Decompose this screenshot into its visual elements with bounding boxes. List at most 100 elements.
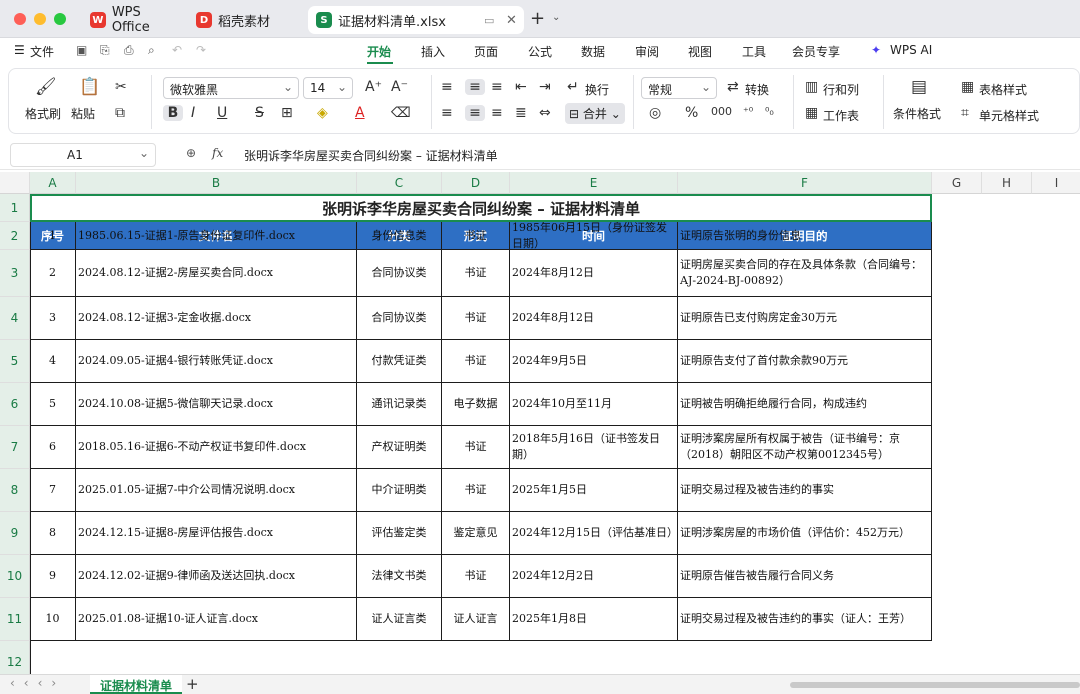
table-cell[interactable]: 证明涉案房屋的市场价值（评估价：452万元） [678,512,932,555]
window-mode-icon[interactable]: ▭ [484,14,494,27]
table-cell[interactable]: 证人证言 [442,598,510,641]
indent-decrease-icon[interactable]: ⇤ [515,79,527,95]
table-cell[interactable]: 2024.09.05-证据4-银行转账凭证.docx [76,340,357,383]
close-window-button[interactable] [14,13,26,25]
column-header-b[interactable]: B [76,172,357,194]
align-right-icon[interactable]: ≡ [491,105,503,121]
add-sheet-button[interactable]: + [186,675,199,693]
table-cell[interactable]: 证明交易过程及被告违约的事实（证人：王芳） [678,598,932,641]
column-header-i[interactable]: I [1032,172,1080,194]
merge-button[interactable]: ⊟ 合并 ⌄ [565,103,625,124]
row-header-8[interactable]: 8 [0,469,30,512]
menu-view[interactable]: 视图 [688,43,712,60]
table-cell[interactable]: 证明涉案房屋所有权属于被告（证书编号：京（2018）朝阳区不动产权第001234… [678,426,932,469]
align-center-icon[interactable]: ≡ [465,105,485,121]
table-cell[interactable]: 证人证言类 [357,598,442,641]
row-header-10[interactable]: 10 [0,555,30,598]
table-cell[interactable]: 1985.06.15-证据1-原告身份证复印件.docx [76,222,357,250]
sheet-nav-icons[interactable]: ‹‹‹› [10,676,65,690]
decrease-font-icon[interactable]: A⁻ [391,79,408,95]
table-cell[interactable]: 书证 [442,469,510,512]
function-icon[interactable]: fx [212,146,223,160]
row-header-6[interactable]: 6 [0,383,30,426]
cell-style-button[interactable]: 单元格样式 [979,107,1039,124]
borders-icon[interactable]: ⊞ [281,105,293,121]
table-cell[interactable]: 4 [30,340,76,383]
table-cell[interactable]: 2024年9月5日 [510,340,678,383]
name-box[interactable]: A1 ⌄ [10,143,156,167]
menu-page[interactable]: 页面 [474,43,498,60]
print-icon[interactable]: ⎙ [124,43,134,58]
table-cell[interactable]: 2024.08.12-证据2-房屋买卖合同.docx [76,250,357,297]
strikethrough-button[interactable]: S [255,105,264,121]
table-cell[interactable]: 2 [30,250,76,297]
table-cell[interactable]: 5 [30,383,76,426]
row-header-2[interactable]: 2 [0,222,30,250]
table-cell[interactable]: 付款凭证类 [357,340,442,383]
table-cell[interactable]: 证明被告明确拒绝履行合同，构成违约 [678,383,932,426]
new-tab-button[interactable]: + [530,8,545,29]
table-cell[interactable]: 书证 [442,340,510,383]
increase-decimal-icon[interactable]: ⁺⁰ [743,105,753,118]
redo-icon[interactable]: ↷ [196,43,206,57]
column-header-f[interactable]: F [678,172,932,194]
copy-icon[interactable]: ⧉ [115,105,125,121]
menu-tools[interactable]: 工具 [742,43,766,60]
table-cell[interactable]: 评估鉴定类 [357,512,442,555]
fill-color-icon[interactable]: ◈ [317,105,328,121]
menu-wps-ai[interactable]: WPS AI [890,43,932,57]
undo-icon[interactable]: ↶ [172,43,182,57]
table-cell[interactable]: 1985年06月15日（身份证签发日期） [510,222,678,250]
table-cell[interactable]: 书证 [442,250,510,297]
table-cell[interactable]: 书证 [442,426,510,469]
table-cell[interactable]: 书证 [442,297,510,340]
tab-spreadsheet[interactable]: S 证据材料清单.xlsx ▭ ✕ [308,6,524,34]
table-cell[interactable]: 2024.08.12-证据3-定金收据.docx [76,297,357,340]
decrease-decimal-icon[interactable]: ⁰₀ [765,105,774,118]
table-cell[interactable]: 2024年12月2日 [510,555,678,598]
column-header-e[interactable]: E [510,172,678,194]
table-cell[interactable]: 中介证明类 [357,469,442,512]
menu-formula[interactable]: 公式 [528,43,552,60]
row-header-9[interactable]: 9 [0,512,30,555]
row-header-3[interactable]: 3 [0,250,30,297]
table-cell[interactable]: 2024.10.08-证据5-微信聊天记录.docx [76,383,357,426]
table-cell[interactable]: 合同协议类 [357,250,442,297]
table-cell[interactable]: 书证 [442,222,510,250]
align-middle-icon[interactable]: ≡ [465,79,485,95]
table-cell[interactable]: 法律文书类 [357,555,442,598]
row-header-4[interactable]: 4 [0,297,30,340]
row-header-1[interactable]: 1 [0,194,30,222]
table-cell[interactable]: 9 [30,555,76,598]
table-cell[interactable]: 1 [30,222,76,250]
zoom-formula-icon[interactable]: ⊕ [186,146,196,160]
close-tab-icon[interactable]: ✕ [506,13,517,28]
table-cell[interactable]: 2018年5月16日（证书签发日期） [510,426,678,469]
menu-insert[interactable]: 插入 [421,43,445,60]
table-cell[interactable]: 2024年12月15日（评估基准日） [510,512,678,555]
select-all-corner[interactable] [0,172,30,194]
align-top-icon[interactable]: ≡ [441,79,453,95]
font-color-icon[interactable]: A [355,105,365,121]
column-header-h[interactable]: H [982,172,1032,194]
paste-button[interactable]: 粘贴 [71,105,95,122]
table-cell[interactable]: 2024.12.15-证据8-房屋评估报告.docx [76,512,357,555]
table-cell[interactable]: 3 [30,297,76,340]
tab-docer[interactable]: D 稻壳素材 [188,6,302,34]
column-header-c[interactable]: C [357,172,442,194]
formula-input[interactable]: 张明诉李华房屋买卖合同纠纷案 – 证据材料清单 [244,147,498,164]
row-header-7[interactable]: 7 [0,426,30,469]
wrap-text-button[interactable]: 换行 [585,81,609,98]
worksheet-button[interactable]: 工作表 [823,107,859,124]
column-header-a[interactable]: A [30,172,76,194]
table-cell[interactable]: 2025年1月8日 [510,598,678,641]
export-pdf-icon[interactable]: ⎘ [100,43,110,58]
table-cell[interactable]: 证明交易过程及被告违约的事实 [678,469,932,512]
minimize-window-button[interactable] [34,13,46,25]
increase-font-icon[interactable]: A⁺ [365,79,382,95]
tab-wps-office[interactable]: W WPS Office [82,5,182,35]
align-bottom-icon[interactable]: ≡ [491,79,503,95]
zoom-window-button[interactable] [54,13,66,25]
table-cell[interactable]: 产权证明类 [357,426,442,469]
font-name-select[interactable]: 微软雅黑 ⌄ [163,77,299,99]
